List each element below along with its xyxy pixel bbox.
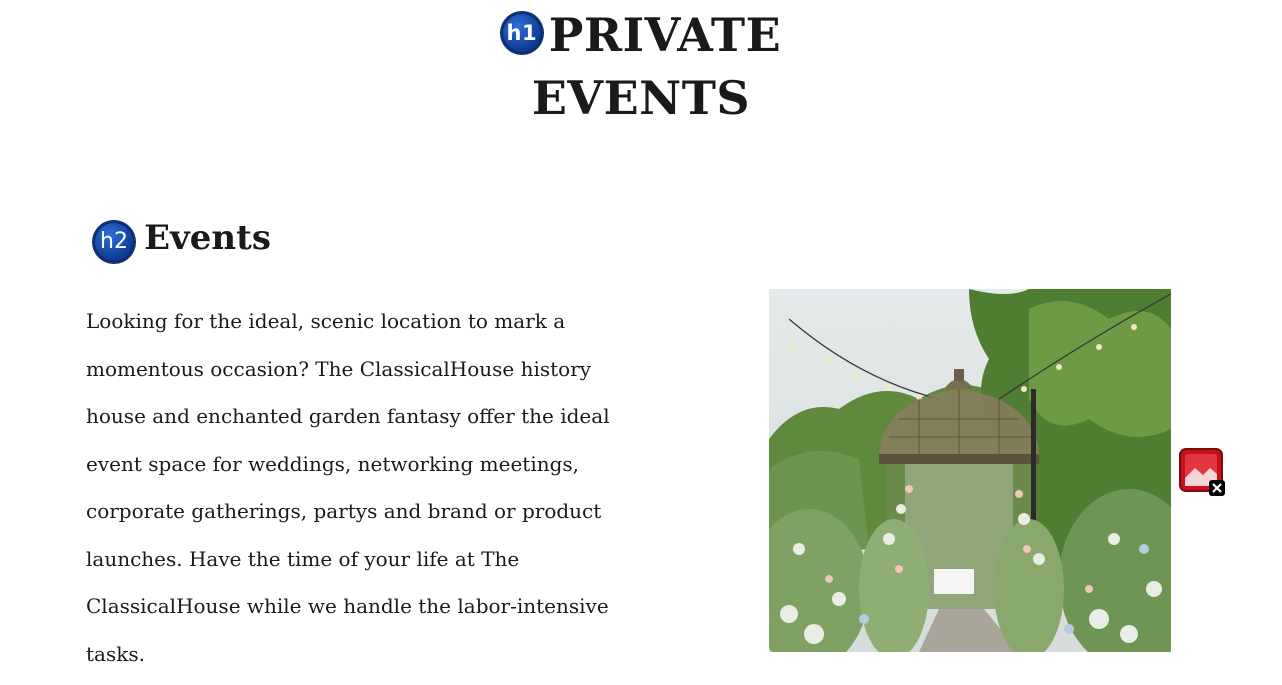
page-header: h1 PRIVATE EVENTS — [0, 4, 1282, 130]
heading-level-badge-icon: h2 — [93, 220, 135, 263]
page-title-line1: PRIVATE — [548, 8, 782, 62]
page-title-line2: EVENTS — [531, 71, 751, 125]
broken-image-icon — [1179, 448, 1225, 496]
events-description: Looking for the ideal, scenic location t… — [86, 309, 610, 666]
page-title: h1 PRIVATE EVENTS — [500, 4, 782, 130]
section-heading: Events — [144, 218, 271, 258]
section-heading-row: h2 Events — [93, 218, 271, 266]
heading-level-badge-icon: h1 — [500, 12, 543, 54]
garden-gazebo-photo — [769, 289, 1171, 652]
garden-gazebo-photo-illustration — [769, 289, 1171, 652]
